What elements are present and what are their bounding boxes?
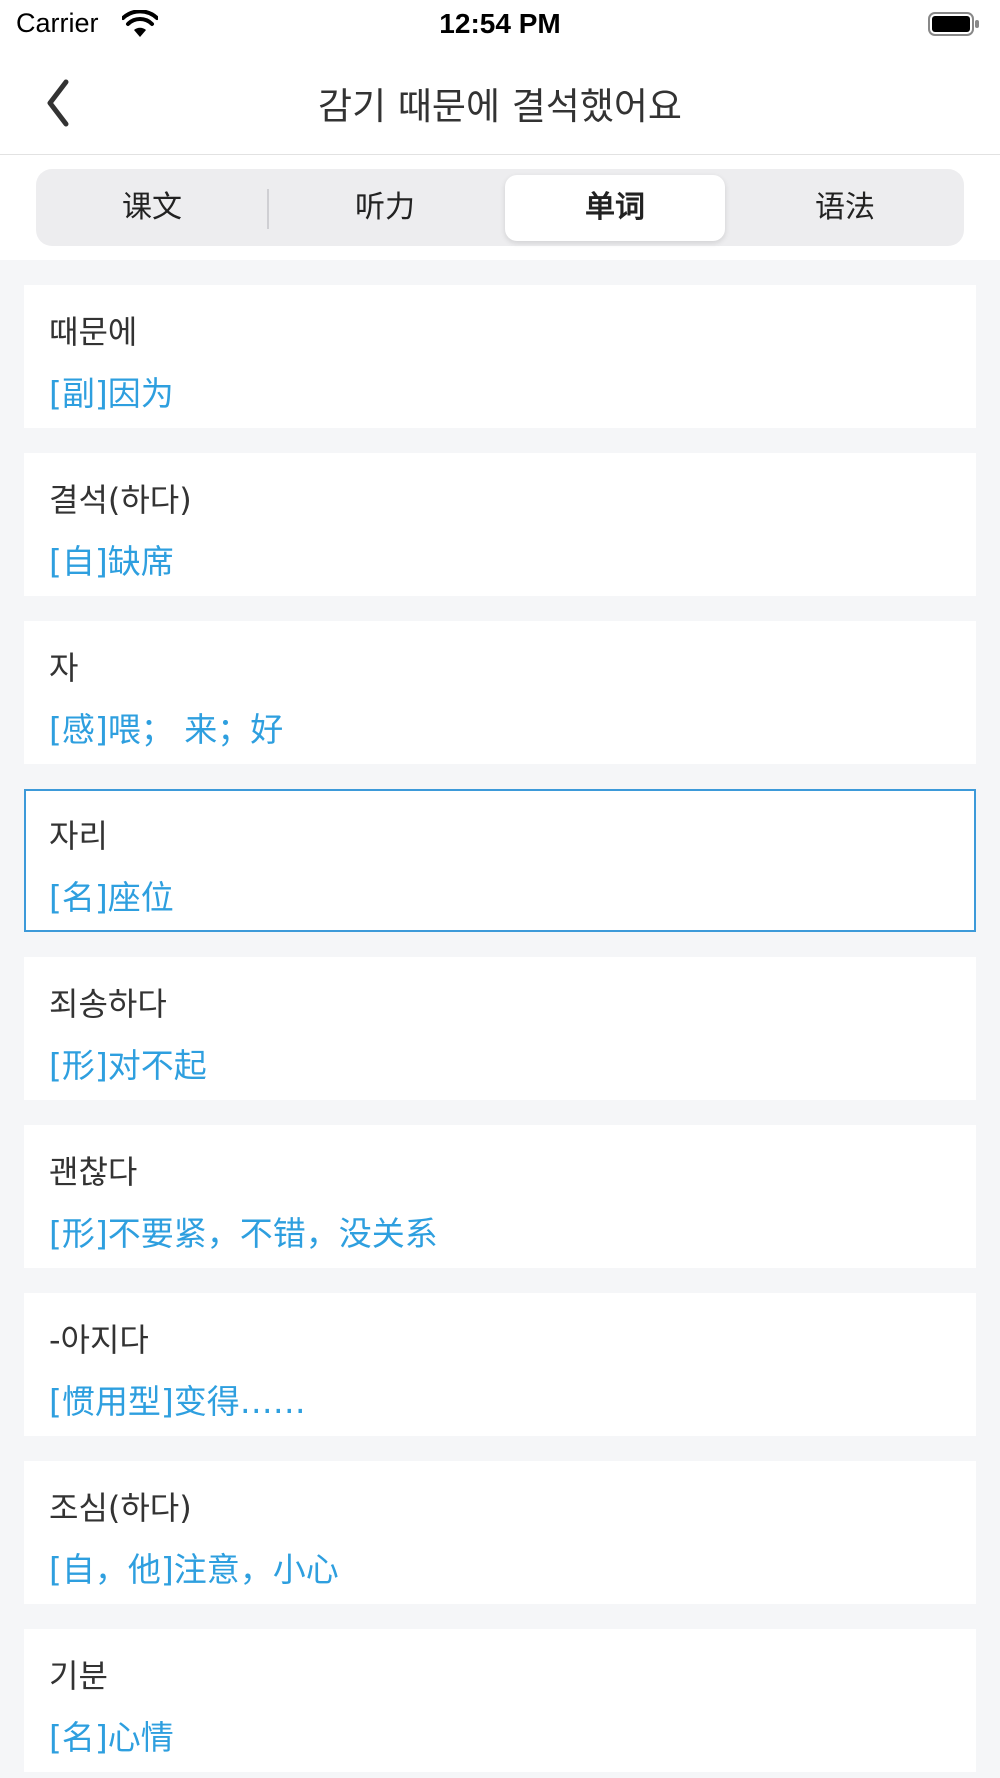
word-item[interactable]: 때문에 [副]因为 (24, 285, 976, 428)
word-term: 기분 (49, 1657, 108, 1695)
word-definition: [副]因为 (49, 374, 174, 413)
word-term: 결석(하다) (49, 481, 192, 519)
word-term: 죄송하다 (49, 985, 167, 1023)
word-term: 괜찮다 (49, 1153, 138, 1191)
battery-icon (928, 12, 980, 36)
word-definition: [自]缺席 (49, 542, 174, 581)
word-definition: [自，他]注意，小心 (49, 1550, 339, 1589)
status-bar: Carrier 12:54 PM (0, 0, 1000, 50)
tab-listening[interactable]: 听力 (272, 175, 498, 241)
tab-vocabulary[interactable]: 单词 (505, 175, 725, 241)
word-item-selected[interactable]: 자리 [名]座位 (24, 789, 976, 932)
word-definition: [名]座位 (49, 878, 174, 917)
segmented-control: 课文 听力 单词 语法 (36, 169, 964, 246)
tab-divider (267, 189, 269, 229)
word-term: -아지다 (49, 1321, 149, 1359)
word-item[interactable]: 자 [感]喂； 来；好 (24, 621, 976, 764)
word-item[interactable]: 괜찮다 [形]不要紧，不错，没关系 (24, 1125, 976, 1268)
word-definition: [形]不要紧，不错，没关系 (49, 1214, 438, 1253)
word-definition: [形]对不起 (49, 1046, 207, 1085)
tab-text[interactable]: 课文 (42, 175, 262, 241)
word-list: 때문에 [副]因为 결석(하다) [自]缺席 자 [感]喂； 来；好 자리 [名… (24, 285, 976, 1778)
word-term: 자리 (49, 817, 108, 855)
word-item[interactable]: 기분 [名]心情 (24, 1629, 976, 1772)
tab-bar-container: 课文 听力 单词 语法 (0, 155, 1000, 260)
word-item[interactable]: 결석(하다) [自]缺席 (24, 453, 976, 596)
word-term: 자 (49, 649, 79, 687)
status-time: 12:54 PM (439, 8, 561, 39)
word-term: 조심(하다) (49, 1489, 192, 1527)
navigation-bar: 감기 때문에 결석했어요 (0, 50, 1000, 155)
screen: Carrier 12:54 PM 감기 때문에 결석했어요 课文 听力 单词 语… (0, 0, 1000, 1778)
word-definition: [感]喂； 来；好 (49, 710, 284, 749)
word-term: 때문에 (49, 313, 138, 351)
chevron-left-icon (30, 72, 96, 134)
word-definition: [名]心情 (49, 1718, 174, 1757)
word-item[interactable]: 조심(하다) [自，他]注意，小心 (24, 1461, 976, 1604)
word-item[interactable]: 죄송하다 [形]对不起 (24, 957, 976, 1100)
word-definition: [惯用型]变得…… (49, 1382, 306, 1421)
tab-grammar[interactable]: 语法 (732, 175, 958, 241)
word-item[interactable]: -아지다 [惯用型]变得…… (24, 1293, 976, 1436)
back-button[interactable] (30, 72, 96, 134)
page-title: 감기 때문에 결석했어요 (318, 85, 682, 128)
